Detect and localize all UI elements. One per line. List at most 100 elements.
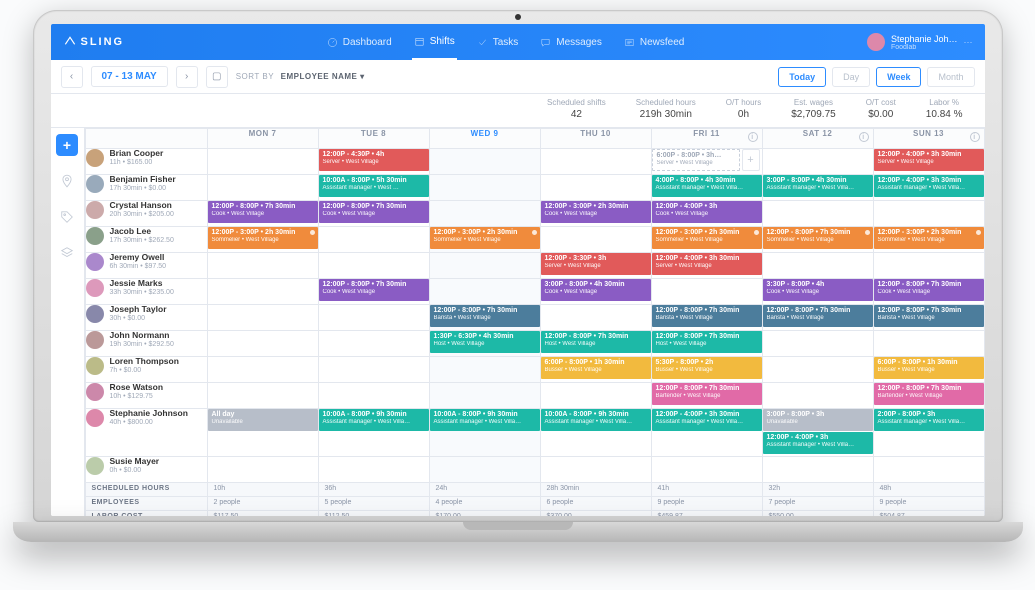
today-button[interactable]: Today	[778, 67, 826, 87]
day-cell[interactable]: 12:00P - 8:00P • 7h 30minBarista • West …	[429, 305, 540, 331]
next-week-button[interactable]: ›	[176, 66, 198, 88]
location-filter-button[interactable]	[56, 170, 78, 192]
day-header[interactable]: SAT 12i	[762, 129, 873, 149]
day-cell[interactable]: 2:00P - 8:00P • 3hAssistant manager • We…	[873, 409, 984, 457]
day-cell[interactable]	[207, 331, 318, 357]
shift-block[interactable]: 12:00P - 4:00P • 3hAssistant manager • W…	[763, 432, 873, 454]
employee-name-cell[interactable]: John Normann19h 30min • $292.50	[85, 331, 207, 357]
day-cell[interactable]	[873, 457, 984, 483]
nav-shifts[interactable]: Shifts	[412, 24, 457, 60]
shift-block[interactable]: 12:00P - 3:00P • 2h 30minSommelier • Wes…	[652, 227, 762, 249]
day-cell[interactable]: 12:00P - 8:00P • 7h 30minBartender • Wes…	[651, 383, 762, 409]
day-cell[interactable]: 12:00P - 3:00P • 2h 30minSommelier • Wes…	[873, 227, 984, 253]
day-cell[interactable]: 1:30P - 6:30P • 4h 30minHost • West Vill…	[429, 331, 540, 357]
shift-block[interactable]: 12:00P - 4:00P • 3hCook • West Village	[652, 201, 762, 223]
employee-name-cell[interactable]: Brian Cooper11h • $165.00	[85, 149, 207, 175]
shift-block[interactable]: 12:00P - 8:00P • 7h 30minBarista • West …	[652, 305, 762, 327]
shift-block[interactable]: 6:00P - 8:00P • 3h…Server • West Village	[652, 149, 740, 171]
shift-block[interactable]: 12:00P - 3:30P • 3hServer • West Village	[541, 253, 651, 275]
shift-block[interactable]: 10:00A - 8:00P • 5h 30minAssistant manag…	[319, 175, 429, 197]
day-cell[interactable]	[873, 253, 984, 279]
day-cell[interactable]: 12:00P - 4:30P • 4hServer • West Village	[318, 149, 429, 175]
day-cell[interactable]: 12:00P - 8:00P • 7h 30minSommelier • Wes…	[762, 227, 873, 253]
day-cell[interactable]	[540, 149, 651, 175]
day-cell[interactable]: 12:00P - 8:00P • 7h 30minCook • West Vil…	[318, 201, 429, 227]
nav-dashboard[interactable]: Dashboard	[325, 24, 394, 60]
expand-button[interactable]: ▢	[206, 66, 228, 88]
day-cell[interactable]: 12:00P - 4:00P • 3h 30minServer • West V…	[873, 149, 984, 175]
day-cell[interactable]	[207, 457, 318, 483]
day-header[interactable]: FRI 11i	[651, 129, 762, 149]
shift-block[interactable]: 12:00P - 4:30P • 4hServer • West Village	[319, 149, 429, 171]
shift-block[interactable]: 12:00P - 4:00P • 3h 30minAssistant manag…	[652, 409, 762, 431]
day-cell[interactable]: 3:30P - 8:00P • 4hCook • West Village	[762, 279, 873, 305]
shift-block[interactable]: 4:00P - 8:00P • 4h 30minAssistant manage…	[652, 175, 762, 197]
shift-block[interactable]: 10:00A - 8:00P • 9h 30minAssistant manag…	[319, 409, 429, 431]
employee-name-cell[interactable]: Benjamin Fisher17h 30min • $0.00	[85, 175, 207, 201]
info-icon[interactable]: i	[859, 132, 869, 142]
shift-block[interactable]: 12:00P - 8:00P • 7h 30minCook • West Vil…	[319, 201, 429, 223]
info-icon[interactable]: i	[748, 132, 758, 142]
shift-block[interactable]: 10:00A - 8:00P • 9h 30minAssistant manag…	[541, 409, 651, 431]
day-cell[interactable]	[762, 331, 873, 357]
shift-block[interactable]: 12:00P - 8:00P • 7h 30minBarista • West …	[763, 305, 873, 327]
day-header[interactable]: TUE 8	[318, 129, 429, 149]
day-cell[interactable]	[207, 253, 318, 279]
day-cell[interactable]	[207, 383, 318, 409]
shift-block[interactable]: 12:00P - 3:00P • 2h 30minSommelier • Wes…	[430, 227, 540, 249]
employee-name-cell[interactable]: Loren Thompson7h • $0.00	[85, 357, 207, 383]
day-cell[interactable]: 12:00P - 8:00P • 7h 30minHost • West Vil…	[540, 331, 651, 357]
day-cell[interactable]: 3:00P - 8:00P • 3hUnavailable12:00P - 4:…	[762, 409, 873, 457]
day-cell[interactable]	[318, 457, 429, 483]
user-menu[interactable]: Stephanie Joh… Foodlab ⋯	[867, 33, 973, 51]
day-cell[interactable]	[540, 175, 651, 201]
shift-block[interactable]: 12:00P - 8:00P • 7h 30minSommelier • Wes…	[763, 227, 873, 249]
day-cell[interactable]	[540, 305, 651, 331]
day-cell[interactable]: 10:00A - 8:00P • 9h 30minAssistant manag…	[540, 409, 651, 457]
unassigned-filter-button[interactable]	[56, 242, 78, 264]
day-cell[interactable]: 10:00A - 8:00P • 9h 30minAssistant manag…	[429, 409, 540, 457]
schedule-grid[interactable]: MON 7TUE 8WED 9THU 10FRI 11iSAT 12iSUN 1…	[85, 128, 985, 516]
day-cell[interactable]: 5:30P - 8:00P • 2hBusser • West Village	[651, 357, 762, 383]
day-header[interactable]: SUN 13i	[873, 129, 984, 149]
info-icon[interactable]: i	[970, 132, 980, 142]
shift-block[interactable]: 2:00P - 8:00P • 3hAssistant manager • We…	[874, 409, 984, 431]
employee-name-cell[interactable]: Jessie Marks33h 30min • $235.00	[85, 279, 207, 305]
day-cell[interactable]: 12:00P - 3:00P • 2h 30minCook • West Vil…	[540, 201, 651, 227]
shift-block[interactable]: 12:00P - 8:00P • 7h 30minHost • West Vil…	[652, 331, 762, 353]
day-cell[interactable]: 12:00P - 3:00P • 2h 30minSommelier • Wes…	[207, 227, 318, 253]
day-header[interactable]: WED 9	[429, 129, 540, 149]
day-cell[interactable]	[540, 227, 651, 253]
day-cell[interactable]	[318, 227, 429, 253]
day-cell[interactable]	[429, 201, 540, 227]
employee-name-cell[interactable]: Crystal Hanson20h 30min • $205.00	[85, 201, 207, 227]
shift-block[interactable]: 12:00P - 8:00P • 7h 30minBartender • Wes…	[874, 383, 984, 405]
day-cell[interactable]	[873, 331, 984, 357]
day-cell[interactable]	[429, 383, 540, 409]
shift-block[interactable]: 12:00P - 8:00P • 7h 30minBarista • West …	[874, 305, 984, 327]
day-cell[interactable]: 12:00P - 4:00P • 3h 30minServer • West V…	[651, 253, 762, 279]
day-cell[interactable]: 12:00P - 8:00P • 7h 30minCook • West Vil…	[318, 279, 429, 305]
shift-block[interactable]: 12:00P - 8:00P • 7h 30minCook • West Vil…	[874, 279, 984, 301]
day-cell[interactable]	[207, 149, 318, 175]
day-cell[interactable]: 12:00P - 8:00P • 7h 30minHost • West Vil…	[651, 331, 762, 357]
employee-name-cell[interactable]: Rose Watson10h • $129.75	[85, 383, 207, 409]
day-cell[interactable]	[762, 201, 873, 227]
day-cell[interactable]	[762, 383, 873, 409]
day-cell[interactable]	[762, 149, 873, 175]
day-cell[interactable]: 3:00P - 8:00P • 4h 30minCook • West Vill…	[540, 279, 651, 305]
day-cell[interactable]	[318, 383, 429, 409]
shift-block[interactable]: 3:00P - 8:00P • 3hUnavailable	[763, 409, 873, 431]
employee-name-cell[interactable]: Stephanie Johnson40h • $800.00	[85, 409, 207, 457]
add-shift-button[interactable]: +	[56, 134, 78, 156]
day-cell[interactable]: 6:00P - 8:00P • 3h…Server • West Village…	[651, 149, 762, 175]
day-cell[interactable]	[429, 279, 540, 305]
day-cell[interactable]	[207, 279, 318, 305]
week-view-button[interactable]: Week	[876, 67, 921, 87]
day-cell[interactable]	[207, 357, 318, 383]
day-cell[interactable]: 4:00P - 8:00P • 4h 30minAssistant manage…	[651, 175, 762, 201]
nav-newsfeed[interactable]: Newsfeed	[622, 24, 686, 60]
day-cell[interactable]: 10:00A - 8:00P • 9h 30minAssistant manag…	[318, 409, 429, 457]
shift-block[interactable]: 12:00P - 8:00P • 7h 30minBartender • Wes…	[652, 383, 762, 405]
day-cell[interactable]	[429, 357, 540, 383]
